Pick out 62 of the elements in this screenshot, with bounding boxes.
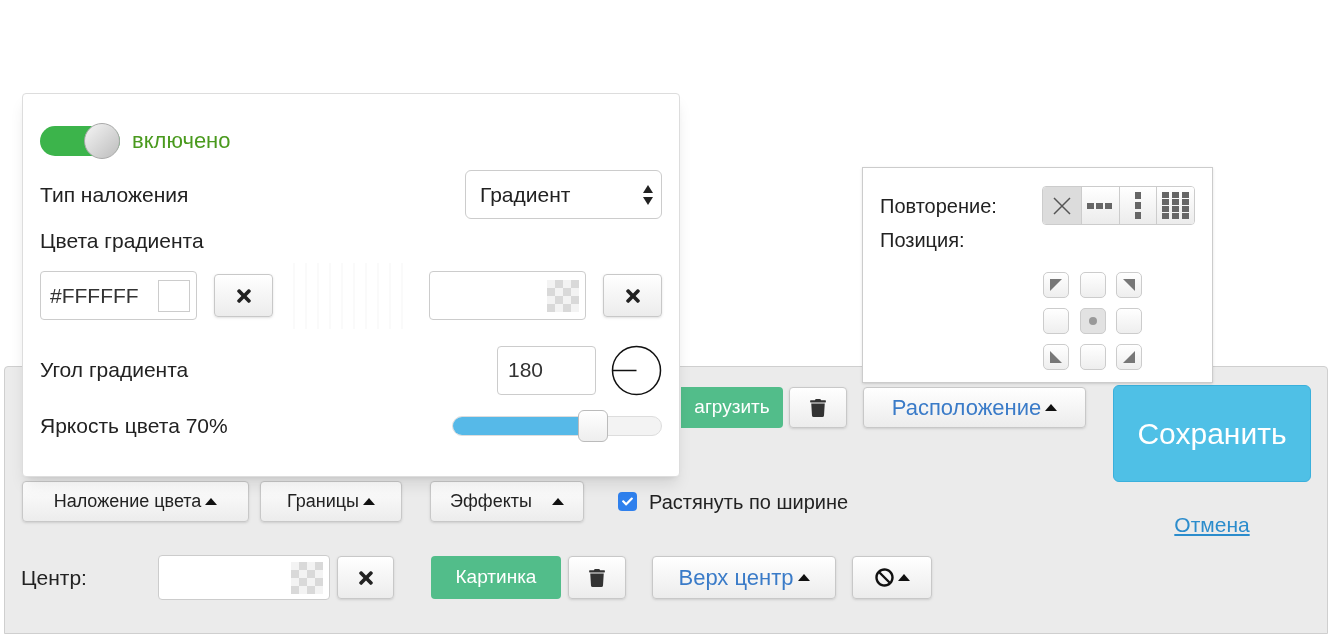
overlay-type-select[interactable]: Градиент xyxy=(465,170,662,219)
clear-button[interactable] xyxy=(214,274,273,317)
corner-triangle-icon xyxy=(1123,351,1136,363)
placement-button[interactable]: Расположение xyxy=(863,387,1086,428)
stretch-label: Растянуть по ширине xyxy=(649,489,849,515)
trash-icon xyxy=(588,568,606,587)
stretch-checkbox[interactable] xyxy=(618,492,637,511)
dots-grid-icon xyxy=(1161,191,1190,220)
color-swatch xyxy=(158,279,190,312)
position-option[interactable] xyxy=(1079,308,1106,334)
color-input[interactable] xyxy=(429,271,586,320)
overlay-type-label: Тип наложения xyxy=(40,181,189,208)
delete-button[interactable] xyxy=(789,387,847,428)
color-input[interactable]: #FFFFFF xyxy=(40,271,197,320)
gradient-angle-label: Угол градиента xyxy=(40,357,189,384)
position-button[interactable]: Верх центр xyxy=(652,556,836,599)
position-option[interactable] xyxy=(1043,272,1069,298)
toggle-label: включено xyxy=(132,127,231,155)
caret-up-icon xyxy=(205,498,218,505)
clear-button[interactable] xyxy=(337,556,394,599)
repeat-option[interactable] xyxy=(1043,187,1082,224)
check-icon xyxy=(622,496,633,507)
caret-up-icon xyxy=(797,574,810,581)
toggle-knob xyxy=(84,122,120,159)
borders-button[interactable]: Границы xyxy=(260,481,402,522)
repeat-label: Повторение: xyxy=(880,193,998,219)
position-option[interactable] xyxy=(1116,272,1143,298)
dots-row-icon xyxy=(1087,202,1114,209)
caret-up-icon xyxy=(363,498,375,505)
angle-input[interactable]: 180 xyxy=(497,345,596,395)
transparent-swatch xyxy=(291,561,323,594)
caret-up-icon xyxy=(1045,404,1058,411)
brightness-label: Яркость цвета 70% xyxy=(40,412,228,439)
dots-column-icon xyxy=(1135,191,1142,220)
color-input[interactable] xyxy=(158,555,330,600)
gradient-colors-label: Цвета градиента xyxy=(40,228,205,254)
corner-triangle-icon xyxy=(1050,351,1062,363)
none-button[interactable] xyxy=(852,556,932,599)
position-label: Позиция: xyxy=(880,228,966,253)
slider-thumb[interactable] xyxy=(578,409,608,442)
sort-arrows-icon xyxy=(643,184,653,205)
clear-button[interactable] xyxy=(603,274,662,317)
brightness-slider[interactable] xyxy=(452,409,662,442)
corner-triangle-icon xyxy=(1050,279,1062,291)
toggle-switch[interactable] xyxy=(40,125,120,156)
center-label: Центр: xyxy=(21,564,88,591)
caret-up-icon xyxy=(897,574,910,581)
trash-icon xyxy=(809,398,827,417)
position-option[interactable] xyxy=(1116,344,1143,370)
transparent-swatch xyxy=(547,279,579,312)
effects-button[interactable]: Эффекты xyxy=(430,481,584,522)
repeat-option[interactable] xyxy=(1156,187,1194,224)
angle-dial-icon[interactable] xyxy=(611,344,662,396)
repeat-option[interactable] xyxy=(1081,187,1119,224)
ban-icon xyxy=(874,568,894,587)
corner-triangle-icon xyxy=(1123,279,1136,291)
position-option[interactable] xyxy=(1043,344,1069,370)
color-overlay-button[interactable]: Наложение цвета xyxy=(22,481,249,522)
delete-button[interactable] xyxy=(568,556,626,599)
cross-icon xyxy=(1052,195,1073,216)
repeat-option[interactable] xyxy=(1118,187,1157,224)
caret-up-icon xyxy=(551,498,564,505)
